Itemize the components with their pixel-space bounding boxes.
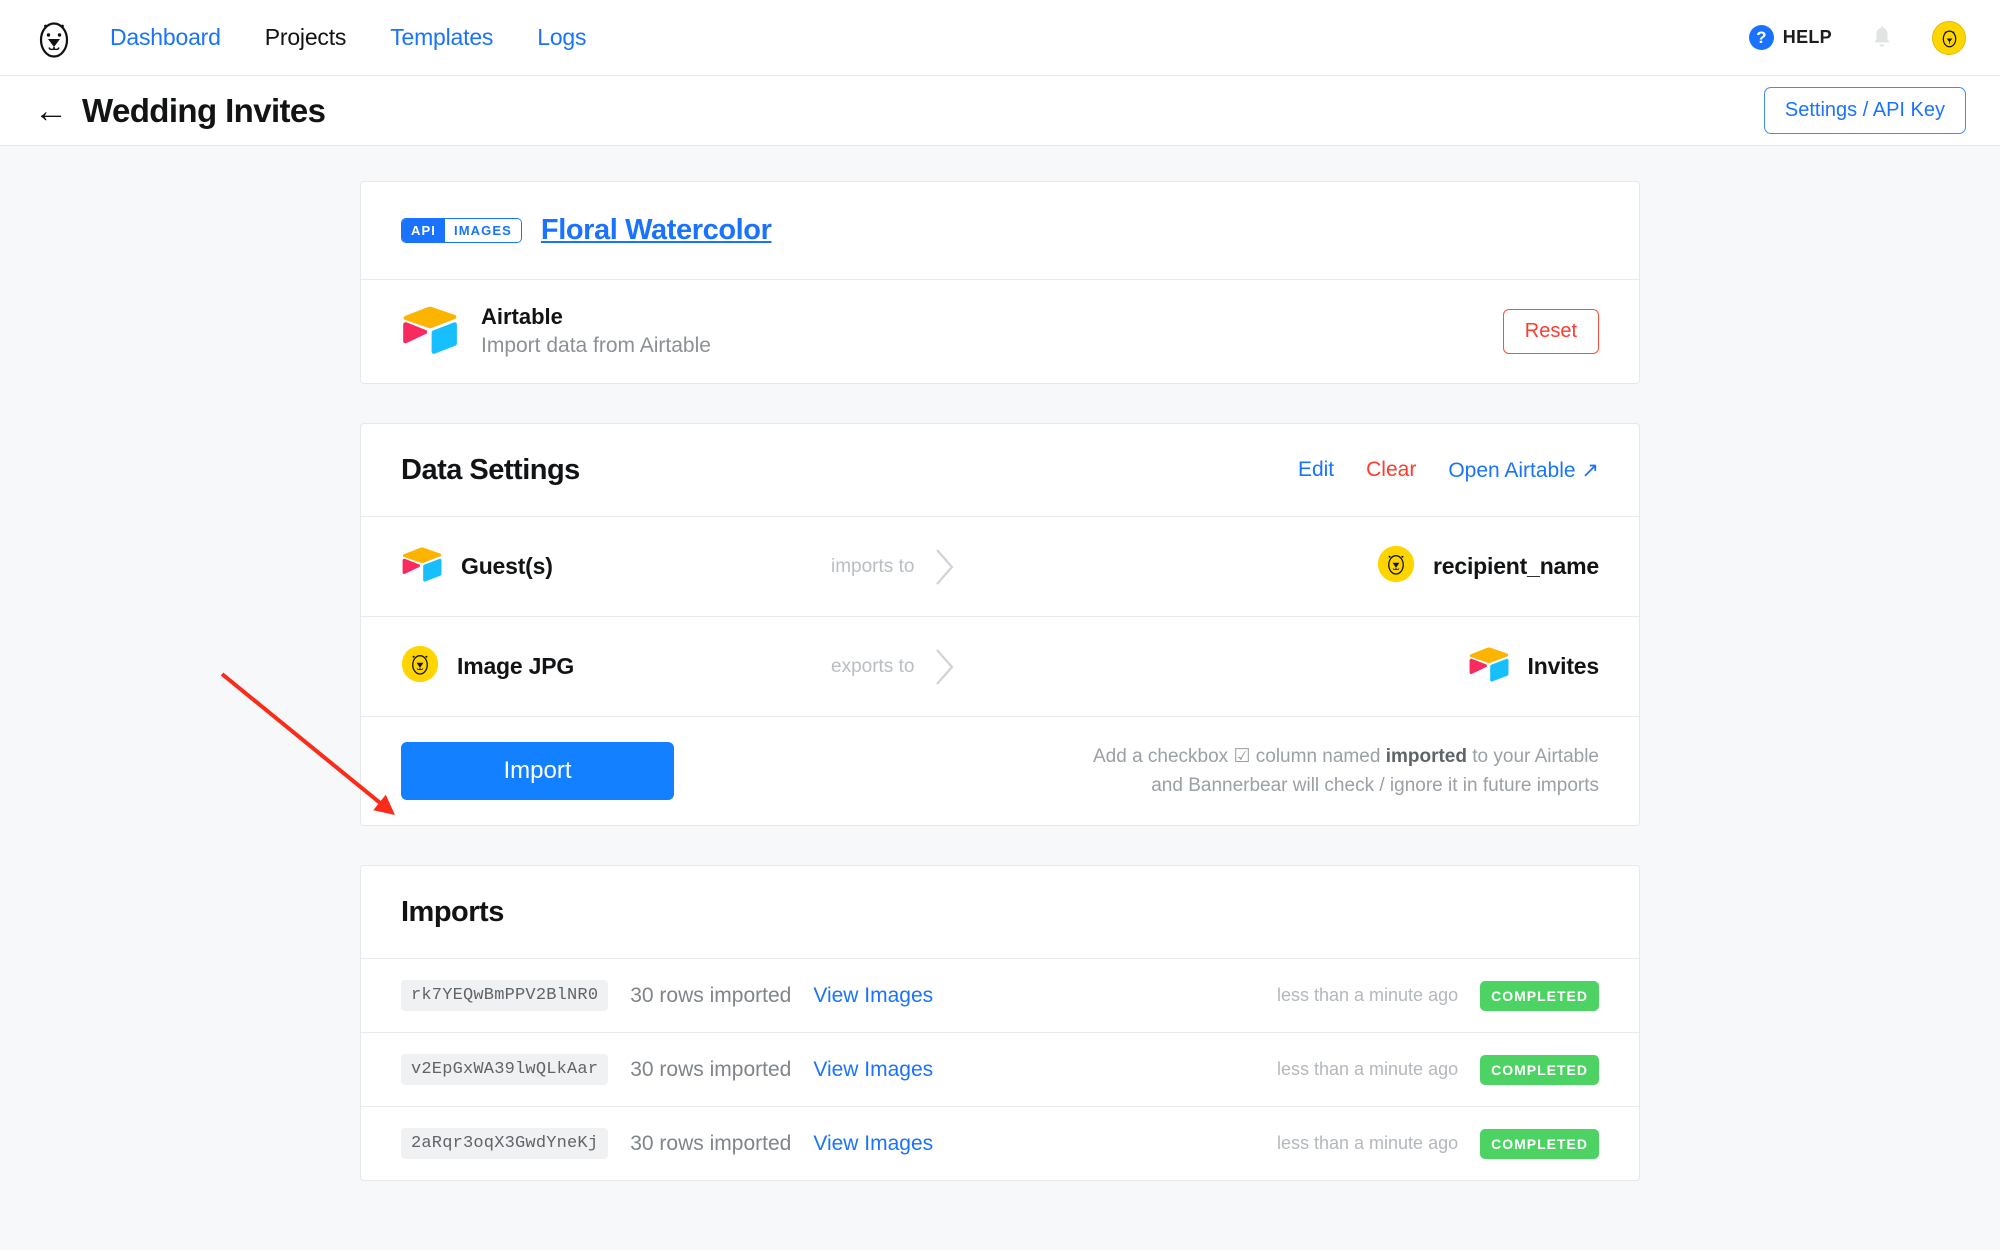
nav-link-dashboard[interactable]: Dashboard	[110, 24, 221, 51]
page-header: ← Wedding Invites Settings / API Key	[0, 76, 2000, 146]
import-rows-count: 30 rows imported	[630, 1057, 792, 1081]
integration-title: Airtable	[481, 304, 563, 330]
open-airtable-link[interactable]: Open Airtable ↗	[1448, 458, 1599, 483]
nav-right-cluster: ? HELP	[1748, 20, 1966, 55]
template-header-row: API IMAGES Floral Watercolor	[361, 182, 1639, 279]
imports-header: Imports	[361, 866, 1639, 958]
question-mark-circle-icon: ?	[1748, 25, 1774, 50]
import-rows-count: 30 rows imported	[630, 1131, 792, 1155]
import-help-note: Add a checkbox ☑ column named imported t…	[1093, 742, 1599, 801]
import-button[interactable]: Import	[401, 742, 674, 800]
badge-api-label: API	[402, 219, 445, 242]
import-timestamp: less than a minute ago	[1276, 1133, 1459, 1153]
app-page: Dashboard Projects Templates Logs ? HELP	[0, 0, 2000, 1250]
bannerbear-logo-icon[interactable]	[34, 17, 74, 59]
integration-source-row: Airtable Import data from Airtable Reset	[361, 280, 1639, 383]
mapping-target: recipient_name	[1377, 545, 1599, 588]
user-avatar[interactable]	[1932, 20, 1966, 55]
airtable-logo-icon	[1468, 646, 1510, 687]
mapping-source: Image JPG	[401, 645, 831, 688]
template-name-link[interactable]: Floral Watercolor	[541, 214, 772, 247]
import-id: rk7YEQwBmPPV2BlNR0	[401, 980, 609, 1011]
mapping-direction: exports to	[831, 647, 956, 687]
page-title: Wedding Invites	[82, 91, 326, 129]
bannerbear-bear-icon	[401, 645, 439, 688]
import-timestamp: less than a minute ago	[1276, 1059, 1459, 1079]
back-arrow-icon[interactable]: ←	[34, 94, 68, 128]
top-navigation-bar: Dashboard Projects Templates Logs ? HELP	[0, 0, 2000, 76]
import-rows-count: 30 rows imported	[630, 983, 792, 1007]
settings-api-key-button[interactable]: Settings / API Key	[1763, 87, 1966, 134]
import-note-line2: and Bannerbear will check / ignore it in…	[1151, 775, 1599, 796]
airtable-logo-icon	[401, 305, 459, 359]
import-id: v2EpGxWA39lwQLkAar	[401, 1054, 609, 1085]
mapping-target-label: Invites	[1527, 653, 1600, 679]
status-badge: COMPLETED	[1480, 980, 1599, 1011]
view-images-link[interactable]: View Images	[813, 1132, 933, 1156]
data-settings-card: Data Settings Edit Clear Open Airtable ↗	[360, 423, 1640, 826]
table-row[interactable]: rk7YEQwBmPPV2BlNR0 30 rows imported View…	[361, 959, 1639, 1032]
mapping-verb: imports to	[831, 555, 915, 577]
imports-title: Imports	[401, 895, 504, 928]
data-settings-title: Data Settings	[401, 453, 580, 486]
mapping-verb: exports to	[831, 655, 915, 677]
status-badge: COMPLETED	[1480, 1054, 1599, 1085]
imports-card: Imports rk7YEQwBmPPV2BlNR0 30 rows impor…	[360, 865, 1640, 1181]
help-button[interactable]: ? HELP	[1748, 25, 1832, 50]
integration-subtitle: Import data from Airtable	[481, 334, 711, 358]
import-note-line1-before: Add a checkbox ☑ column named	[1092, 745, 1386, 767]
import-note-keyword: imported	[1385, 745, 1467, 767]
clear-link[interactable]: Clear	[1366, 458, 1416, 482]
nav-link-projects[interactable]: Projects	[265, 24, 347, 51]
data-settings-actions: Edit Clear Open Airtable ↗	[1298, 458, 1599, 483]
reset-button[interactable]: Reset	[1502, 309, 1599, 354]
mapping-source-label: Image JPG	[457, 653, 575, 679]
airtable-logo-icon	[401, 546, 443, 587]
import-id: 2aRqr3oqX3GwdYneKj	[401, 1128, 609, 1159]
help-label: HELP	[1782, 27, 1832, 47]
data-settings-header: Data Settings Edit Clear Open Airtable ↗	[361, 424, 1639, 516]
integration-source-text: Airtable Import data from Airtable	[481, 302, 711, 360]
mapping-target-label: recipient_name	[1433, 553, 1599, 579]
chevron-right-icon	[934, 647, 956, 687]
template-type-badge: API IMAGES	[401, 218, 522, 243]
import-timestamp: less than a minute ago	[1276, 985, 1459, 1005]
notification-bell-icon[interactable]	[1870, 25, 1894, 51]
table-row[interactable]: 2aRqr3oqX3GwdYneKj 30 rows imported View…	[361, 1107, 1639, 1180]
status-badge: COMPLETED	[1480, 1128, 1599, 1159]
mapping-row-imports: Guest(s) imports to recipient_name	[361, 517, 1639, 616]
nav-link-logs[interactable]: Logs	[537, 24, 586, 51]
import-note-line1-after: to your Airtable	[1466, 745, 1599, 767]
edit-link[interactable]: Edit	[1298, 458, 1334, 482]
view-images-link[interactable]: View Images	[813, 1058, 933, 1082]
mapping-target: Invites	[1468, 646, 1599, 687]
template-source-card: API IMAGES Floral Watercolor Airtable Im…	[360, 181, 1640, 384]
mapping-direction: imports to	[831, 547, 956, 587]
badge-images-label: IMAGES	[444, 219, 521, 242]
mapping-row-exports: Image JPG exports to Invites	[361, 617, 1639, 716]
mapping-source: Guest(s)	[401, 546, 831, 587]
bannerbear-bear-icon	[1377, 545, 1415, 588]
view-images-link[interactable]: View Images	[813, 984, 933, 1008]
main-content: API IMAGES Floral Watercolor Airtable Im…	[0, 146, 2000, 1181]
chevron-right-icon	[934, 547, 956, 587]
import-action-row: Import Add a checkbox ☑ column named imp…	[361, 717, 1639, 825]
mapping-source-label: Guest(s)	[461, 553, 553, 579]
primary-nav-links: Dashboard Projects Templates Logs	[110, 24, 587, 51]
nav-link-templates[interactable]: Templates	[390, 24, 493, 51]
table-row[interactable]: v2EpGxWA39lwQLkAar 30 rows imported View…	[361, 1033, 1639, 1106]
